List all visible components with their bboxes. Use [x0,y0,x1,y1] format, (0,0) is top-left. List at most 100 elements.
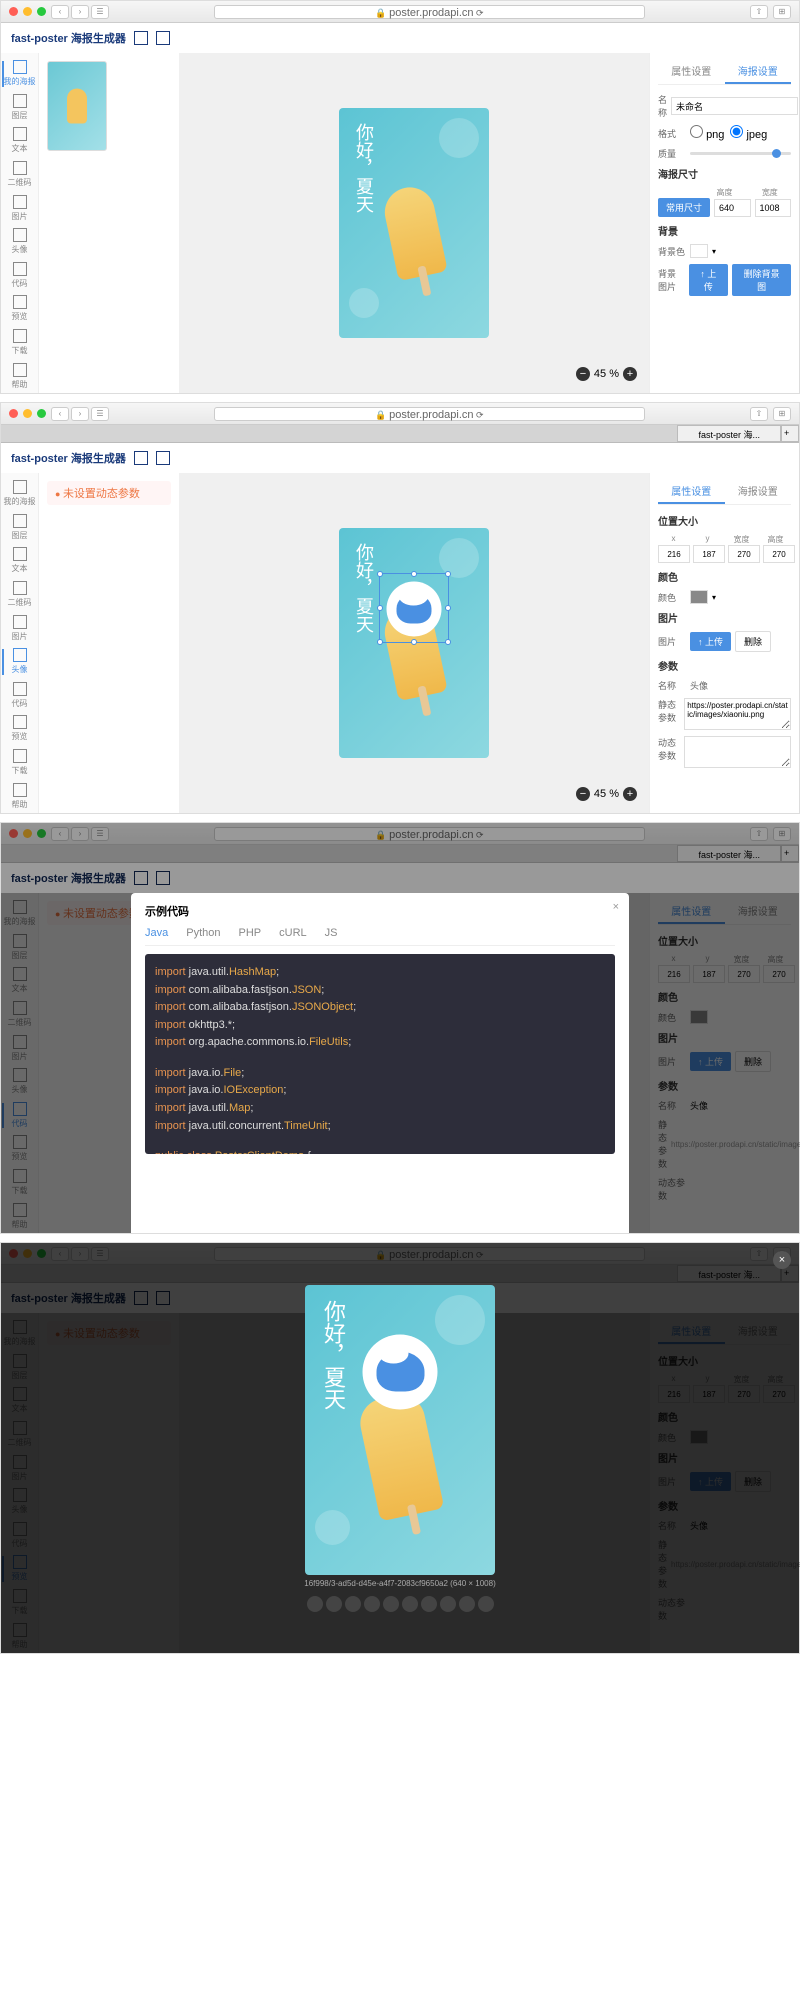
sidebar-item-download[interactable]: 下载 [2,746,38,780]
zoom-control: − 45 % + [576,367,637,381]
width-input[interactable] [755,199,792,217]
zoom-out-button[interactable]: − [576,367,590,381]
tabs-button[interactable]: ⊞ [773,5,791,19]
sidebar-item-avatar[interactable]: 头像 [2,645,38,679]
share-button[interactable]: ⇧ [750,5,768,19]
browser-tab[interactable]: fast-poster 海... [677,425,781,442]
save-icon[interactable] [156,31,170,45]
sidebar-item-image[interactable]: 图片 [2,191,38,225]
canvas[interactable]: 你好，夏天 − 45 % + [179,473,649,813]
poster-thumbnail[interactable] [47,61,107,151]
preview-close-button[interactable]: × [773,1251,791,1269]
y-input[interactable] [693,545,725,563]
modal-close-button[interactable]: × [613,901,619,913]
preview-rotate-left-icon[interactable] [364,1596,380,1612]
delete-image-button[interactable]: 删除 [735,631,771,652]
tab-poster-settings[interactable]: 海报设置 [725,479,792,504]
upload-bg-button[interactable]: ↑ 上传 [689,264,729,296]
selection-box[interactable] [379,573,449,643]
poster[interactable]: 你好，夏天 [339,108,489,338]
sidebar-item-file[interactable]: 我的海报 [2,477,38,511]
sidebar-item-file[interactable]: 我的海报 [2,57,38,91]
dynamic-param-input[interactable] [684,736,791,768]
save-icon[interactable] [156,451,170,465]
sidebar-item-help[interactable]: 帮助 [2,359,38,393]
sidebar-toggle[interactable]: ☰ [91,407,109,421]
sidebar-item-help[interactable]: 帮助 [2,779,38,813]
back-button[interactable]: ‹ [51,5,69,19]
preview-next-icon[interactable] [478,1596,494,1612]
bgcolor-swatch[interactable] [690,244,708,258]
new-file-icon[interactable] [134,31,148,45]
maximize-window-icon[interactable] [37,409,46,418]
code-block[interactable]: import java.util.HashMap;import com.alib… [145,954,615,1154]
tab-properties[interactable]: 属性设置 [658,59,725,84]
upload-image-button[interactable]: ↑ 上传 [690,632,731,651]
tabs-button[interactable]: ⊞ [773,407,791,421]
url-bar[interactable]: 🔒 poster.prodapi.cn ⟳ [214,5,645,19]
back-button[interactable]: ‹ [51,407,69,421]
tab-poster-settings[interactable]: 海报设置 [725,59,792,84]
preview-flip-v-icon[interactable] [421,1596,437,1612]
zoom-in-button[interactable]: + [623,787,637,801]
preview-overlay[interactable]: × 你好，夏天 16f998/3-ad5d-d45e-a4f7-2083cf96… [1,1243,799,1653]
sidebar-item-download[interactable]: 下载 [2,326,38,360]
sidebar-item-code[interactable]: 代码 [2,259,38,293]
forward-button[interactable]: › [71,407,89,421]
new-tab-button[interactable]: + [781,425,799,442]
preview-fit-icon[interactable] [345,1596,361,1612]
sidebar-item-qr[interactable]: 二维码 [2,578,38,612]
sidebar-item-text[interactable]: 文本 [2,124,38,158]
quality-slider[interactable] [690,152,791,155]
preview-play-icon[interactable] [459,1596,475,1612]
code-tab-curl[interactable]: cURL [279,927,307,939]
zoom-out-button[interactable]: − [576,787,590,801]
code-tab-python[interactable]: Python [186,927,220,939]
h-input[interactable] [763,545,795,563]
close-window-icon[interactable] [9,409,18,418]
x-input[interactable] [658,545,690,563]
close-window-icon[interactable] [9,7,18,16]
sidebar-item-avatar[interactable]: 头像 [2,225,38,259]
zoom-in-button[interactable]: + [623,367,637,381]
sidebar-item-code[interactable]: 代码 [2,679,38,713]
size-preset-button[interactable]: 常用尺寸 [658,198,710,217]
share-button[interactable]: ⇧ [750,407,768,421]
code-tab-php[interactable]: PHP [239,927,262,939]
sidebar-item-preview[interactable]: 预览 [2,292,38,326]
radio-png[interactable]: png [690,125,724,141]
preview-prev-icon[interactable] [440,1596,456,1612]
w-input[interactable] [728,545,760,563]
static-param-input[interactable]: https://poster.prodapi.cn/static/images/… [684,698,791,730]
name-input[interactable] [671,97,798,115]
remove-bg-button[interactable]: 删除背景图 [732,264,791,296]
new-file-icon[interactable] [134,451,148,465]
app-title: fast-poster 海报生成器 [11,450,126,466]
tab-properties[interactable]: 属性设置 [658,479,725,504]
sidebar-item-qr[interactable]: 二维码 [2,158,38,192]
sidebar-label: 预览 [12,311,28,322]
preview-flip-h-icon[interactable] [402,1596,418,1612]
height-input[interactable] [714,199,751,217]
code-tab-js[interactable]: JS [325,927,338,939]
preview-zoom-in-icon[interactable] [307,1596,323,1612]
poster[interactable]: 你好，夏天 [339,528,489,758]
preview-zoom-out-icon[interactable] [326,1596,342,1612]
preview-info: 16f998/3-ad5d-d45e-a4f7-2083cf9650a2 (64… [304,1579,496,1588]
radio-jpeg[interactable]: jpeg [730,125,767,141]
canvas[interactable]: 你好，夏天 − 45 % + [179,53,649,393]
sidebar-item-image[interactable]: 图片 [2,611,38,645]
sidebar-item-layers[interactable]: 图层 [2,91,38,125]
preview-rotate-right-icon[interactable] [383,1596,399,1612]
sidebar-item-text[interactable]: 文本 [2,544,38,578]
minimize-window-icon[interactable] [23,7,32,16]
color-swatch[interactable] [690,590,708,604]
minimize-window-icon[interactable] [23,409,32,418]
sidebar-item-preview[interactable]: 预览 [2,712,38,746]
code-tab-java[interactable]: Java [145,927,168,939]
sidebar-toggle[interactable]: ☰ [91,5,109,19]
url-bar[interactable]: 🔒 poster.prodapi.cn ⟳ [214,407,645,421]
forward-button[interactable]: › [71,5,89,19]
maximize-window-icon[interactable] [37,7,46,16]
sidebar-item-layers[interactable]: 图层 [2,511,38,545]
